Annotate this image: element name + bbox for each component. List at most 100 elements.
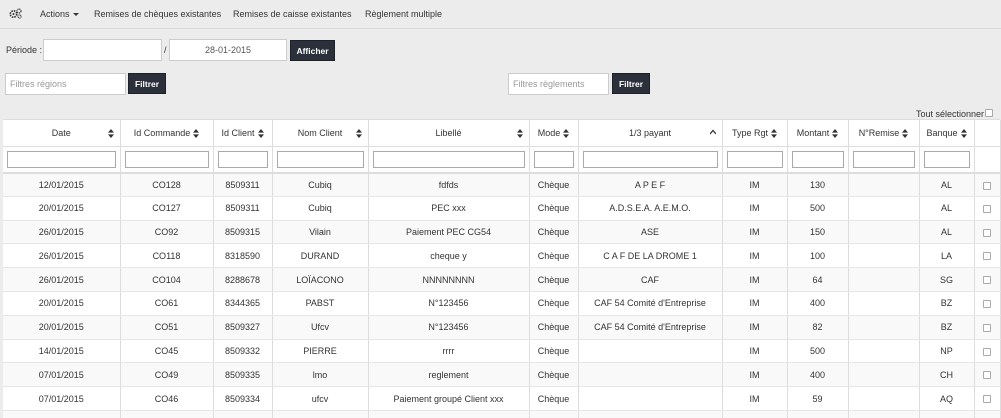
cell-id-commande[interactable]: CO118 xyxy=(120,243,214,269)
cell-tiers-payant[interactable]: CAF xyxy=(578,267,723,292)
cell-date: 12/01/2015 xyxy=(3,172,121,197)
sort-icon[interactable] xyxy=(563,128,570,138)
column-filter-tiers-payant[interactable] xyxy=(582,150,718,168)
cell-id-commande[interactable]: CO127 xyxy=(120,196,214,221)
column-filter-id-commande[interactable] xyxy=(124,150,209,168)
row-select-checkbox[interactable] xyxy=(982,276,991,285)
column-header-label: Montant xyxy=(796,127,830,138)
cell-tiers-payant[interactable]: A P E F xyxy=(578,172,723,197)
periode-from-input[interactable] xyxy=(43,39,162,61)
afficher-button[interactable]: Afficher xyxy=(290,40,335,61)
cell-mode: Chèque xyxy=(529,267,579,292)
filter-cell xyxy=(974,146,1001,174)
select-all-checkbox[interactable] xyxy=(985,109,993,117)
cell-n-remise xyxy=(848,315,920,340)
regions-filter-button[interactable]: Filtrer xyxy=(128,73,166,94)
cell-id-client[interactable]: 8509332 xyxy=(213,339,273,364)
cell-tiers-payant[interactable]: CAF 54 Comité d'Entreprise xyxy=(578,315,723,340)
sort-icon[interactable] xyxy=(771,128,778,138)
sort-icon[interactable] xyxy=(107,129,114,138)
cell-id-commande[interactable]: CO45 xyxy=(120,339,214,364)
column-header-mode[interactable]: Mode xyxy=(529,120,579,147)
column-header-banque[interactable]: Banque xyxy=(919,120,975,147)
column-filter-id-client[interactable] xyxy=(217,150,268,168)
sort-icon[interactable] xyxy=(832,128,839,138)
sort-icon[interactable] xyxy=(193,128,200,138)
cell-id-client[interactable]: 8509335 xyxy=(213,362,273,388)
actions-dropdown[interactable]: Actions xyxy=(40,0,79,29)
row-select-checkbox[interactable] xyxy=(982,252,991,261)
cell-tiers-payant[interactable]: A.D.S.E.A. A.E.M.O. xyxy=(578,196,723,221)
row-select-cell xyxy=(974,243,1001,269)
cell-id-client[interactable]: 8509334 xyxy=(213,386,273,411)
sort-ascending-icon[interactable] xyxy=(709,129,716,138)
cell-id-commande[interactable]: CO46 xyxy=(120,386,214,411)
cell-id-client[interactable]: 8509315 xyxy=(213,220,273,245)
empty-cell xyxy=(368,410,530,418)
cell-id-commande[interactable]: CO104 xyxy=(120,267,214,292)
column-filter-date[interactable] xyxy=(7,150,116,168)
column-filter-n-remise[interactable] xyxy=(852,150,915,168)
column-header-n-remise[interactable]: N°Remise xyxy=(848,120,920,147)
cell-id-commande[interactable]: CO49 xyxy=(120,362,214,388)
cell-id-client[interactable]: 8509311 xyxy=(213,172,273,197)
sort-icon[interactable] xyxy=(355,129,362,138)
cell-montant: 82 xyxy=(787,315,849,340)
column-filter-libelle[interactable] xyxy=(372,150,525,168)
cell-id-client[interactable]: 8509327 xyxy=(213,315,273,340)
settings-gear-icon[interactable] xyxy=(9,0,25,29)
cell-mode: Chèque xyxy=(529,386,579,411)
cell-id-client[interactable]: 8344365 xyxy=(213,291,273,316)
nav-reglement-multiple[interactable]: Règlement multiple xyxy=(365,0,442,29)
row-select-checkbox[interactable] xyxy=(982,323,991,332)
column-header-nom-client[interactable]: Nom Client xyxy=(272,120,369,147)
row-select-checkbox[interactable] xyxy=(982,299,991,308)
sort-icon[interactable] xyxy=(516,129,523,138)
column-filter-banque[interactable] xyxy=(923,150,970,168)
column-header-type-rgt[interactable]: Type Rgt xyxy=(722,120,788,147)
cell-nom-client: ufcv xyxy=(272,386,369,411)
cell-tiers-payant[interactable] xyxy=(578,362,723,388)
column-header-label: Date xyxy=(51,127,71,138)
cell-id-client[interactable]: 8509311 xyxy=(213,196,273,221)
cell-tiers-payant[interactable] xyxy=(578,386,723,411)
regions-filter-input[interactable] xyxy=(5,73,126,95)
column-header-id-commande[interactable]: Id Commande xyxy=(120,120,214,147)
cell-id-client[interactable]: 8318590 xyxy=(213,243,273,269)
column-filter-montant[interactable] xyxy=(791,150,844,168)
cell-tiers-payant[interactable]: ASE xyxy=(578,220,723,245)
reglements-filter-button[interactable]: Filtrer xyxy=(612,73,650,94)
sort-icon[interactable] xyxy=(960,128,967,138)
column-filter-type-rgt[interactable] xyxy=(726,150,783,168)
table-row: 07/01/2015 CO46 8509334 ufcv Paiement groupé… xyxy=(3,386,1001,411)
row-select-checkbox[interactable] xyxy=(982,181,991,190)
column-header-date[interactable]: Date xyxy=(3,120,121,147)
nav-remises-cheques[interactable]: Remises de chèques existantes xyxy=(94,0,221,29)
cell-id-commande[interactable]: CO61 xyxy=(120,291,214,316)
cell-tiers-payant[interactable] xyxy=(578,339,723,364)
cell-tiers-payant[interactable]: CAF 54 Comité d'Entreprise xyxy=(578,291,723,316)
sort-icon[interactable] xyxy=(902,128,909,138)
column-filter-nom-client[interactable] xyxy=(276,150,364,168)
cell-id-commande[interactable]: CO51 xyxy=(120,315,214,340)
nav-remises-caisse[interactable]: Remises de caisse existantes xyxy=(233,0,352,29)
sort-icon[interactable] xyxy=(257,128,264,138)
cell-type-rgt: IM xyxy=(722,196,788,221)
column-header-libelle[interactable]: Libellé xyxy=(368,120,530,147)
row-select-cell xyxy=(974,220,1001,245)
row-select-checkbox[interactable] xyxy=(982,395,991,404)
column-header-tiers-payant[interactable]: 1/3 payant xyxy=(578,120,723,147)
cell-id-client[interactable]: 8288678 xyxy=(213,267,273,292)
column-header-montant[interactable]: Montant xyxy=(787,120,849,147)
row-select-checkbox[interactable] xyxy=(982,347,991,356)
row-select-checkbox[interactable] xyxy=(982,204,991,213)
column-header-id-client[interactable]: Id Client xyxy=(213,120,273,147)
column-filter-mode[interactable] xyxy=(533,150,574,168)
cell-tiers-payant[interactable]: C A F DE LA DROME 1 xyxy=(578,243,723,269)
reglements-filter-input[interactable] xyxy=(508,73,609,95)
cell-id-commande[interactable]: CO128 xyxy=(120,172,214,197)
periode-to-input[interactable] xyxy=(169,39,287,61)
row-select-checkbox[interactable] xyxy=(982,371,991,380)
row-select-checkbox[interactable] xyxy=(982,228,991,237)
cell-id-commande[interactable]: CO92 xyxy=(120,220,214,245)
